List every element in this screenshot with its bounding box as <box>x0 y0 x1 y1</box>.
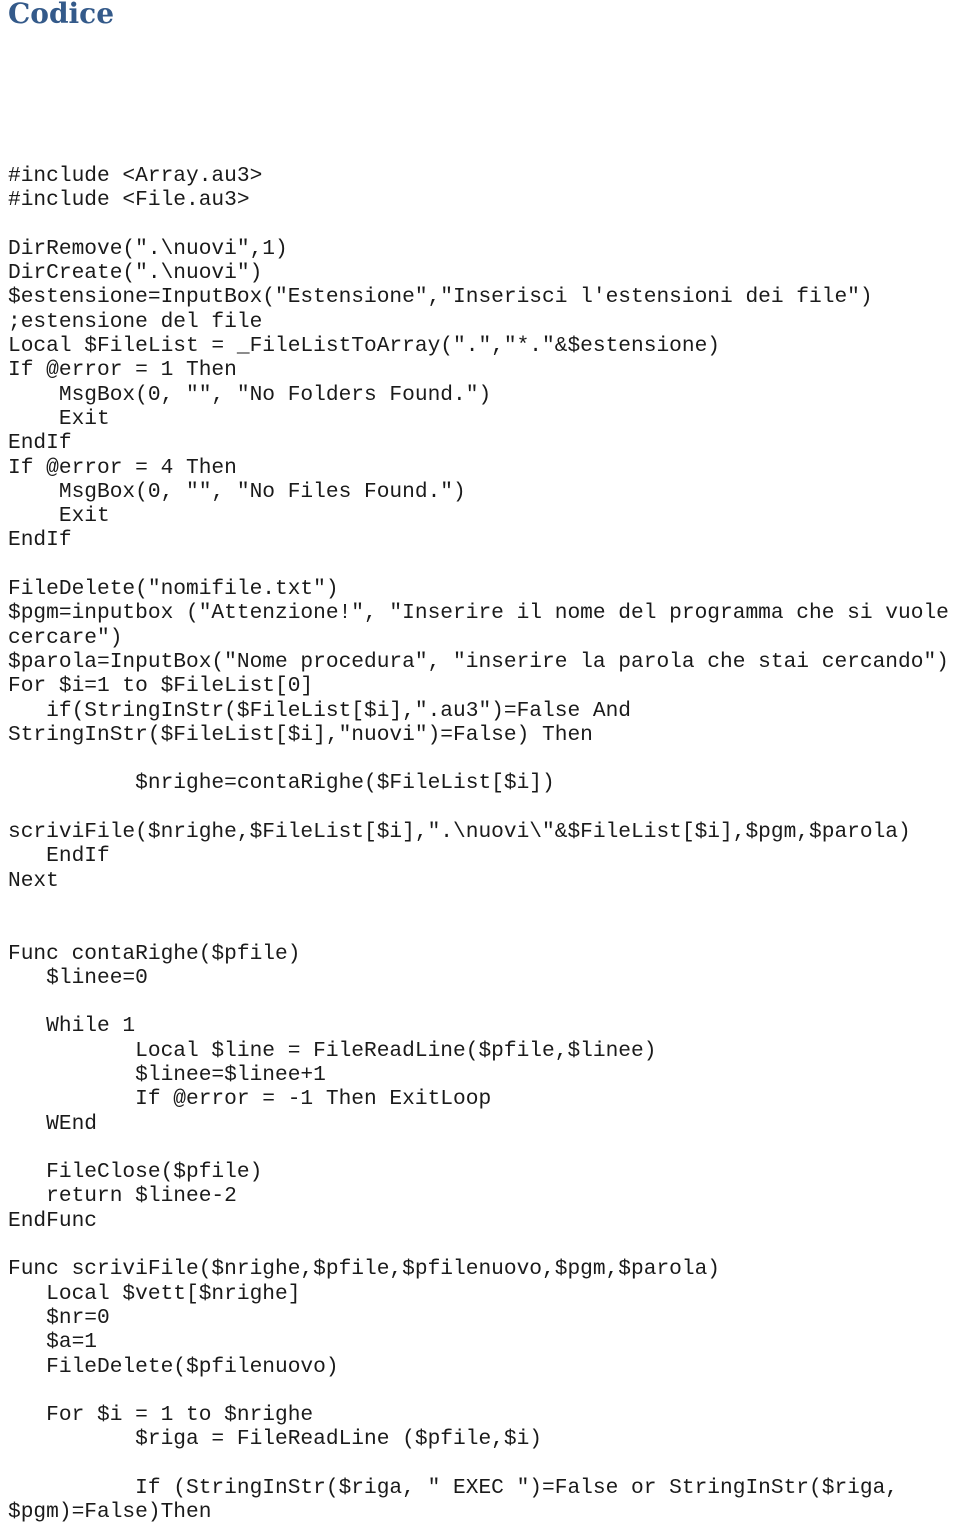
code-line: $linee=$linee+1 <box>8 1062 326 1087</box>
code-line: scriviFile($nrighe,$FileList[$i],".\nuov… <box>8 820 911 845</box>
code-line: $riga = FileReadLine ($pfile,$i) <box>8 1427 543 1452</box>
code-line: #include <Array.au3> <box>8 164 263 188</box>
code-line: Local $line = FileReadLine($pfile,$linee… <box>8 1038 657 1063</box>
code-line: EndIf <box>8 528 72 553</box>
code-line: WEnd <box>8 1111 98 1136</box>
code-line: For $i = 1 to $nrighe <box>8 1403 314 1428</box>
code-line: $pgm=inputbox ("Attenzione!", "Inserire … <box>8 601 949 626</box>
code-line: If @error = -1 Then ExitLoop <box>8 1087 492 1112</box>
code-line: EndIf <box>8 844 110 869</box>
code-line: Func contaRighe($pfile) <box>8 941 301 966</box>
code-line: FileDelete("nomifile.txt") <box>8 577 339 602</box>
page-heading: Codice <box>8 0 115 30</box>
code-line: Local $FileList = _FileListToArray(".","… <box>8 334 721 359</box>
code-line: EndFunc <box>8 1208 98 1233</box>
code-line: StringInStr($FileList[$i],"nuovi")=False… <box>8 722 593 747</box>
code-line: MsgBox(0, "", "No Folders Found.") <box>8 382 492 407</box>
code-line: Exit <box>8 406 110 431</box>
code-line: Local $vett[$nrighe] <box>8 1281 301 1306</box>
code-line: Exit <box>8 504 110 529</box>
code-line: Func scriviFile($nrighe,$pfile,$pfilenuo… <box>8 1257 721 1282</box>
code-line: MsgBox(0, "", "No Files Found.") <box>8 479 466 504</box>
code-line: $a=1 <box>8 1330 98 1355</box>
code-line: For $i=1 to $FileList[0] <box>8 674 314 699</box>
code-line: Next <box>8 868 59 893</box>
code-line: $linee=0 <box>8 965 148 990</box>
code-line: $estensione=InputBox("Estensione","Inser… <box>8 285 873 310</box>
code-line: FileDelete($pfilenuovo) <box>8 1354 339 1379</box>
code-line: If @error = 1 Then <box>8 358 237 383</box>
code-line: return $linee-2 <box>8 1184 237 1209</box>
code-line: $nr=0 <box>8 1305 110 1330</box>
code-line: cercare") <box>8 625 123 650</box>
code-line: $parola=InputBox("Nome procedura", "inse… <box>8 649 949 674</box>
code-line: DirRemove(".\nuovi",1) <box>8 236 288 261</box>
code-block: #include <Array.au3> #include <File.au3> D… <box>8 164 949 1525</box>
code-line: FileClose($pfile) <box>8 1160 263 1185</box>
code-line: EndIf <box>8 431 72 456</box>
code-line: $nrighe=contaRighe($FileList[$i]) <box>8 771 555 796</box>
code-line: If (StringInStr($riga, " EXEC ")=False o… <box>8 1476 899 1501</box>
code-line: $pgm)=False)Then <box>8 1500 212 1525</box>
code-line: if(StringInStr($FileList[$i],".au3")=Fal… <box>8 698 632 723</box>
code-line: If @error = 4 Then <box>8 455 237 480</box>
code-line: While 1 <box>8 1014 136 1039</box>
code-line: #include <File.au3> <box>8 188 250 213</box>
code-line: ;estensione del file <box>8 309 263 334</box>
code-line: DirCreate(".\nuovi") <box>8 261 263 286</box>
